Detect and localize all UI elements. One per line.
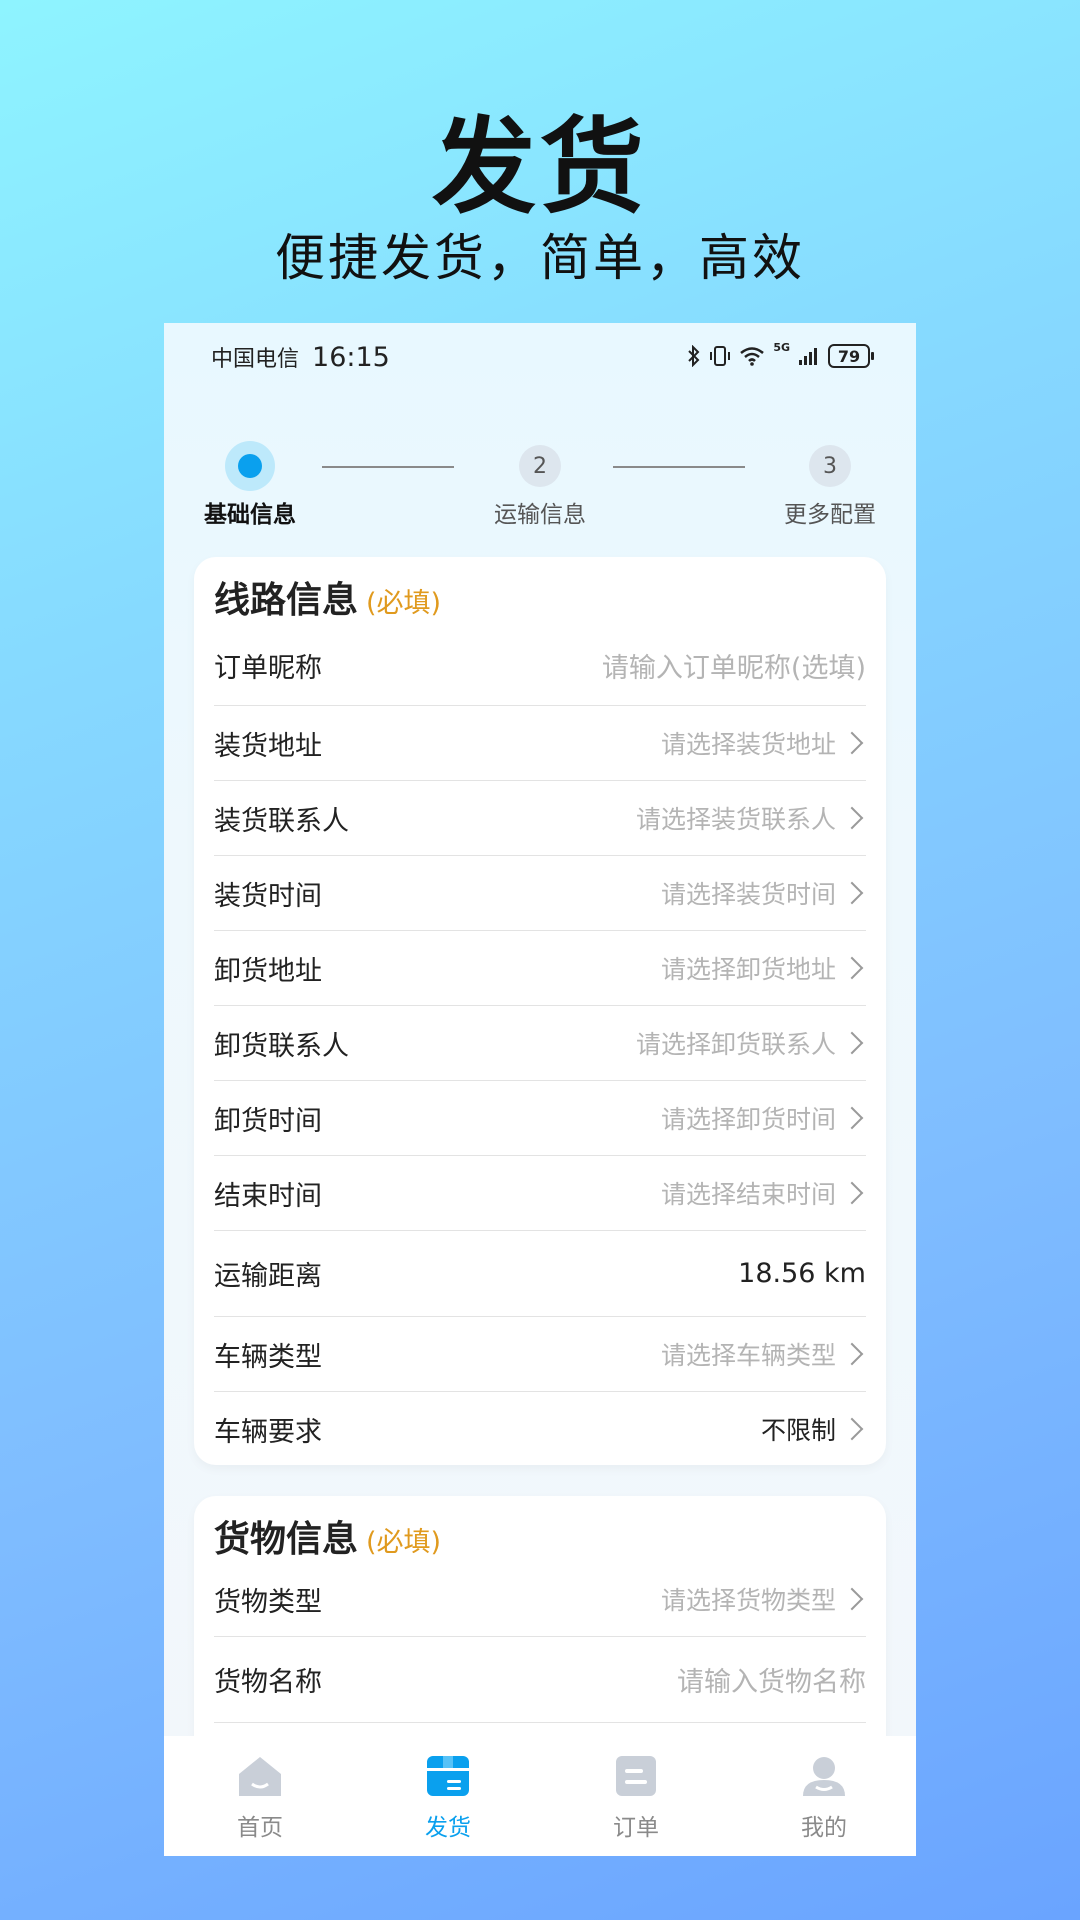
form-row-unloading-time[interactable]: 卸货时间 请选择卸货时间 [214, 1081, 866, 1156]
status-right: 5G 79 [687, 341, 874, 371]
promo-title: 发货 [431, 106, 648, 228]
distance-value: 18.56 km [738, 1258, 866, 1289]
goods-title: 货物信息 [214, 1519, 359, 1560]
tab-label: 订单 [613, 1815, 659, 1841]
chevron-right-icon [840, 956, 864, 980]
row-value: 请选择卸货时间 [660, 1105, 836, 1134]
row-label: 货物名称 [214, 1667, 322, 1698]
order-icon [616, 1756, 656, 1796]
required-tag: (必填) [366, 1527, 442, 1558]
row-label: 订单昵称 [214, 652, 322, 684]
route-title: 线路信息 [214, 580, 359, 621]
wifi-icon [740, 347, 765, 366]
bluetooth-icon [688, 345, 700, 367]
chevron-right-icon [840, 1587, 864, 1611]
status-left: 中国电信 16:15 [211, 341, 390, 373]
tab-label: 我的 [801, 1815, 847, 1841]
form-row-unloading-address[interactable]: 卸货地址 请选择卸货地址 [214, 931, 866, 1006]
tab-label: 发货 [425, 1815, 471, 1841]
step-3-indicator[interactable]: 3 [809, 445, 851, 487]
row-value: 请选择装货地址 [660, 730, 836, 759]
form-row-loading-contact[interactable]: 装货联系人 请选择装货联系人 [214, 781, 866, 856]
row-label: 卸货时间 [214, 1105, 322, 1137]
home-icon [239, 1757, 281, 1796]
form-row-goods-type[interactable]: 货物类型 请选择货物类型 [214, 1562, 866, 1637]
tab-bar: 首页 发货 订单 我的 [164, 1736, 916, 1856]
signal-icon [799, 348, 817, 365]
row-value: 请选择卸货地址 [660, 955, 836, 984]
status-bar: 中国电信 16:15 5G 79 [164, 323, 916, 383]
route-info-card: 线路信息 (必填) 订单昵称 请输入订单昵称(选填) 装货地址 请选择装货地址 装… [194, 557, 886, 1465]
tab-orders[interactable]: 订单 [581, 1754, 691, 1842]
carrier-label: 中国电信 [211, 347, 300, 372]
form-row-distance: 运输距离 18.56 km [214, 1231, 866, 1317]
chevron-right-icon [840, 806, 864, 830]
vibrate-icon [710, 346, 731, 366]
form-row-goods-name[interactable]: 货物名称 请输入货物名称 [214, 1637, 866, 1723]
step-2-label[interactable]: 运输信息 [470, 495, 610, 529]
row-value: 请选择装货时间 [660, 880, 836, 909]
stepper: 2 3 基础信息 运输信息 更多配置 [164, 441, 916, 551]
chevron-right-icon [840, 1031, 864, 1055]
card-title: 线路信息 (必填) [214, 571, 441, 623]
row-label: 车辆要求 [214, 1416, 322, 1448]
row-label: 装货时间 [214, 880, 322, 912]
chevron-right-icon [840, 731, 864, 755]
form-row-vehicle-type[interactable]: 车辆类型 请选择车辆类型 [214, 1317, 866, 1392]
row-value: 请选择货物类型 [660, 1586, 836, 1615]
tab-home[interactable]: 首页 [205, 1754, 315, 1842]
row-value: 请选择卸货联系人 [635, 1030, 836, 1059]
clock: 16:15 [312, 342, 390, 373]
step-1-indicator[interactable] [225, 441, 275, 491]
row-label: 车辆类型 [214, 1341, 322, 1373]
chevron-right-icon [840, 881, 864, 905]
row-label: 卸货地址 [214, 955, 322, 987]
promo-subtitle: 便捷发货，简单，高效 [275, 229, 805, 287]
chevron-right-icon [840, 1181, 864, 1205]
form-row-loading-time[interactable]: 装货时间 请选择装货时间 [214, 856, 866, 931]
tab-label: 首页 [237, 1815, 283, 1841]
card-title: 货物信息 (必填) [214, 1510, 441, 1562]
user-icon [803, 1757, 845, 1796]
chevron-right-icon [840, 1106, 864, 1130]
form-row-loading-address[interactable]: 装货地址 请选择装货地址 [214, 706, 866, 781]
phone-screen: 中国电信 16:15 5G 79 2 3 基础信息 运输信息 更多配置 线路信息… [164, 323, 916, 1856]
row-value: 请选择结束时间 [660, 1180, 836, 1209]
box-icon [427, 1756, 469, 1796]
chevron-right-icon [840, 1417, 864, 1441]
step-connector [322, 466, 454, 468]
form-row-order-nickname[interactable]: 订单昵称 请输入订单昵称(选填) [214, 625, 866, 706]
row-value: 请选择装货联系人 [635, 805, 836, 834]
form-row-end-time[interactable]: 结束时间 请选择结束时间 [214, 1156, 866, 1231]
goods-name-input[interactable]: 请输入货物名称 [677, 1660, 866, 1699]
row-value: 请选择车辆类型 [660, 1341, 836, 1370]
form-row-unloading-contact[interactable]: 卸货联系人 请选择卸货联系人 [214, 1006, 866, 1081]
form-row-vehicle-requirement[interactable]: 车辆要求 不限制 [214, 1392, 866, 1466]
row-value: 不限制 [760, 1416, 836, 1445]
step-3-label[interactable]: 更多配置 [760, 495, 900, 529]
step-connector [613, 466, 745, 468]
battery-icon: 79 [828, 344, 874, 368]
required-tag: (必填) [366, 588, 442, 619]
network-label: 5G [773, 341, 790, 354]
step-2-indicator[interactable]: 2 [519, 445, 561, 487]
step-1-label[interactable]: 基础信息 [180, 495, 320, 529]
row-label: 结束时间 [214, 1180, 322, 1212]
row-label: 装货联系人 [214, 805, 349, 837]
tab-ship[interactable]: 发货 [393, 1754, 503, 1842]
row-label: 运输距离 [214, 1261, 322, 1292]
tab-mine[interactable]: 我的 [769, 1754, 879, 1842]
order-nickname-input[interactable]: 请输入订单昵称(选填) [602, 646, 866, 685]
row-label: 卸货联系人 [214, 1030, 349, 1062]
row-label: 货物类型 [214, 1586, 322, 1618]
row-label: 装货地址 [214, 730, 322, 762]
chevron-right-icon [840, 1342, 864, 1366]
